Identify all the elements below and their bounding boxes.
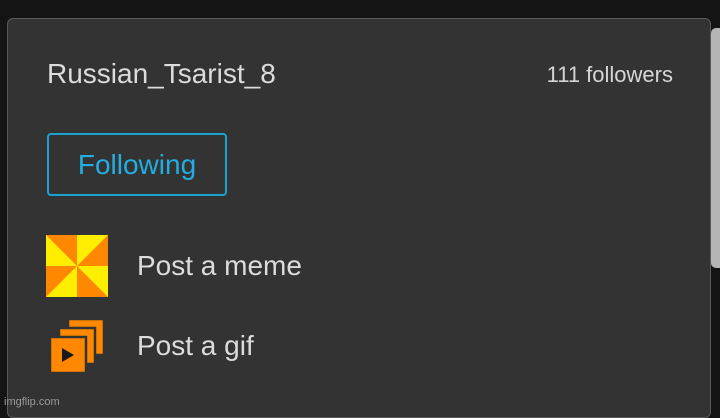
username[interactable]: Russian_Tsarist_8 — [47, 57, 276, 91]
followers-count[interactable]: 111 followers — [547, 61, 673, 89]
post-gif-label: Post a gif — [137, 330, 254, 361]
watermark: imgflip.com — [4, 396, 60, 408]
gif-icon — [48, 317, 106, 375]
following-button[interactable]: Following — [47, 133, 227, 196]
user-profile-card: Russian_Tsarist_8 111 followers Followin… — [7, 18, 711, 418]
post-gif-button[interactable]: Post a gif — [46, 315, 254, 377]
scrollbar[interactable] — [711, 28, 720, 268]
meme-icon — [46, 235, 108, 297]
post-meme-label: Post a meme — [137, 250, 302, 281]
post-meme-button[interactable]: Post a meme — [46, 235, 302, 297]
